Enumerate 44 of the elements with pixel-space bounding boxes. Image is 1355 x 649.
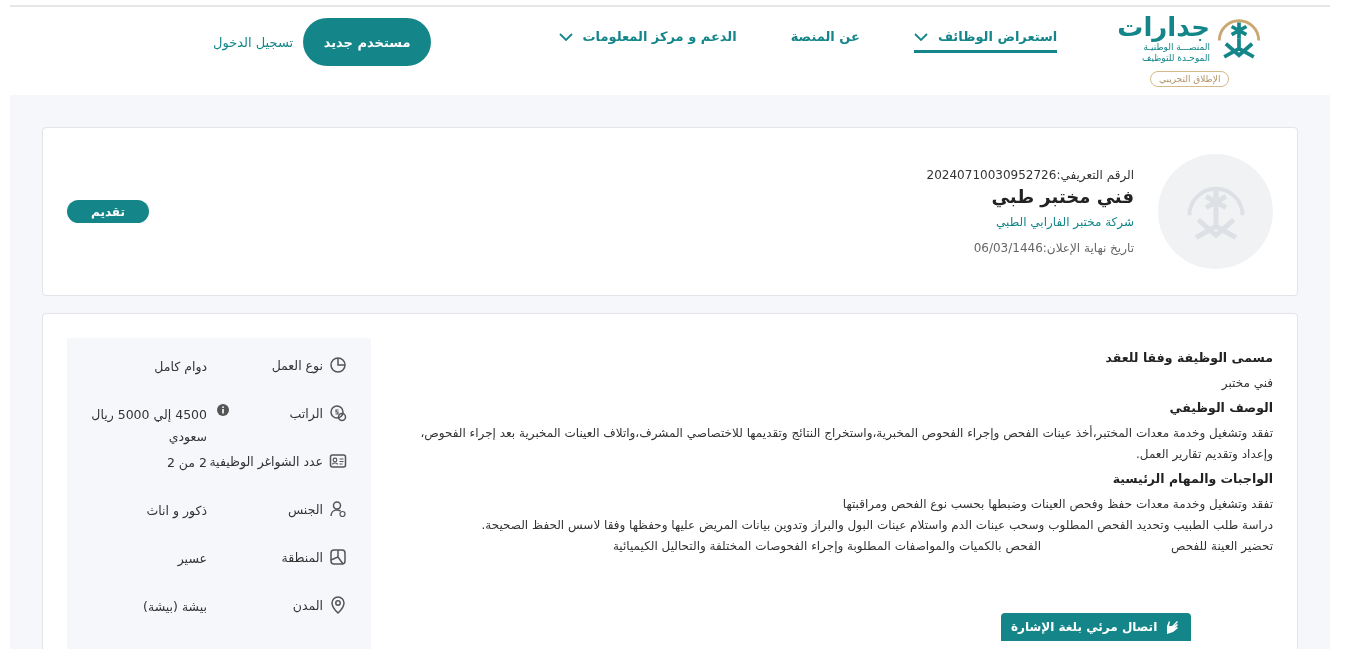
- logo-subtitle: المنصـــة الوطنيـة: [1143, 42, 1210, 53]
- section-text: تفقد وتشغيل وخدمة معدات المختبر،أخذ عينات الفحص وإجراء الفحوص المخبرية،واستخراج النتائج وتقديمها للاختصاصي المشرف،واتلاف العينات المخبرية بعد إجراء الفحوص، وإعداد وتقديم تقارير العمل.: [419, 424, 1273, 464]
- person-icon: [329, 500, 347, 518]
- fact-value: بيشة (بيشة): [143, 598, 207, 616]
- fact-value: 4500 إلي 5000 ريال سعودي: [90, 406, 207, 447]
- id-card-icon: [329, 452, 347, 470]
- chevron-down-icon: [558, 31, 573, 42]
- section-text: الفحص بالكميات والمواصفات المطلوبة وإجراء الفحوصات المختلفة والتحاليل الكيميائية: [612, 538, 1042, 556]
- new-user-button[interactable]: مستخدم جديد: [303, 18, 432, 66]
- coins-icon: [329, 404, 347, 422]
- map-icon: [329, 548, 347, 566]
- nav-item[interactable]: استعراض الوظائف: [913, 29, 1058, 53]
- pie-chart-icon: [329, 356, 347, 374]
- fact-value: ذكور و اناث: [146, 502, 207, 521]
- section-text: تفقد وتشغيل وخدمة معدات حفظ وفحص العينات وضبطها بحسب نوع الفحص ومراقبتها: [841, 496, 1273, 514]
- nav-item[interactable]: الدعم و مركز المعلومات: [558, 29, 737, 53]
- fact-label: نوع العمل: [271, 357, 323, 373]
- section-heading: الوصف الوظيفي: [1168, 400, 1273, 415]
- section-text: تحضير العينة للفحص: [1171, 538, 1273, 556]
- fact-value: 2 من 2: [166, 454, 207, 473]
- fact-label: الراتب: [289, 405, 323, 421]
- apply-button[interactable]: تقديم: [67, 200, 149, 223]
- fact-value: دوام كامل: [154, 358, 207, 377]
- section-heading: مسمى الوظيفة وفقا للعقد: [1104, 350, 1273, 365]
- company-name[interactable]: شركة مختبر الفارابي الطبي: [926, 215, 1134, 229]
- location-pin-icon: [329, 596, 347, 614]
- fact-label: المدن: [292, 597, 323, 613]
- fact-label: المنطقة: [281, 549, 323, 565]
- info-icon[interactable]: [217, 404, 229, 416]
- section-text: فني مختبر: [1220, 375, 1273, 392]
- deadline-date: تاريخ نهاية الإعلان:06/03/1446: [972, 241, 1134, 255]
- logo-name: جدارات: [1117, 12, 1210, 42]
- section-text: دراسة طلب الطبيب وتحديد الفحص المطلوب وسحب عينات الدم واستلام عينات البول والبراز وتدوين بيانات المريض عليها وحفظها وفقا لاسس الحفظ الصحيحة.: [480, 517, 1273, 535]
- login-link[interactable]: تسجيل الدخول: [213, 34, 294, 50]
- section-heading: الواجبات والمهام الرئيسية: [1111, 471, 1273, 486]
- logo-subtitle: الموحـدة للتوظيف: [1142, 53, 1210, 64]
- fact-label: الجنس: [287, 501, 323, 517]
- nav-item[interactable]: عن المنصة: [790, 29, 860, 53]
- job-title: فني مختبر طبي: [990, 186, 1134, 207]
- fact-value: عسير: [177, 550, 207, 569]
- fact-label: عدد الشواغر الوظيفية: [209, 453, 323, 469]
- chevron-down-icon: [913, 31, 928, 42]
- sign-language-button[interactable]: اتصال مرئي بلغة الإشارة: [1001, 613, 1192, 641]
- job-reference: الرقم التعريفي:20240710030952726: [926, 168, 1134, 182]
